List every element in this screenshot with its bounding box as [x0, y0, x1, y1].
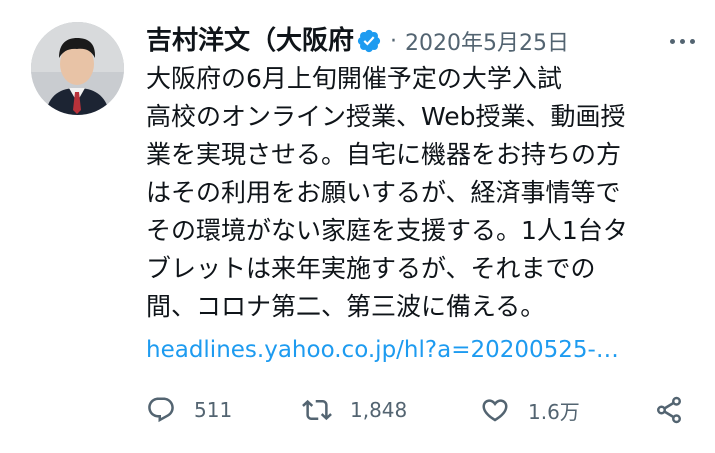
tweet-text-line: その環境がない家庭を支援する。1人1台タ	[146, 216, 628, 245]
more-dot	[680, 38, 685, 44]
like-button[interactable]: 1.6万	[480, 392, 580, 428]
tweet-text-line: はその利用をお願いするが、経済事情等で	[146, 178, 621, 207]
share-icon	[657, 396, 681, 424]
tweet-header: 吉村洋文（大阪府 · 2020年5月25日	[146, 24, 695, 58]
tweet-text-line: ブレットは来年実施するが、それまでの	[146, 254, 596, 283]
reply-count: 511	[194, 398, 233, 422]
retweet-icon	[302, 399, 332, 421]
more-dot	[670, 38, 675, 44]
tweet-text-line: 大阪府の6月上旬開催予定の大学入試	[146, 64, 562, 93]
more-icon[interactable]	[655, 24, 695, 58]
reply-button[interactable]: 511	[146, 392, 232, 428]
header-separator: ·	[390, 28, 398, 54]
tweet-text-line: 間、コロナ第二、第三波に備える。	[146, 292, 546, 321]
tweet-text-line: 高校のオンライン授業、Web授業、動画授	[146, 102, 626, 131]
avatar[interactable]	[31, 22, 124, 115]
author-name[interactable]: 吉村洋文（大阪府	[146, 24, 354, 58]
retweet-button[interactable]: 1,848	[302, 392, 407, 428]
tweet-text-line: 業を実現させる。自宅に機器をお持ちの方	[146, 140, 622, 169]
retweet-count: 1,848	[350, 398, 408, 422]
reply-icon	[148, 397, 174, 423]
verified-badge-icon	[357, 29, 381, 53]
tweet-link[interactable]: headlines.yahoo.co.jp/hl?a=20200525-…	[146, 332, 619, 368]
share-button[interactable]	[654, 392, 684, 428]
like-count: 1.6万	[528, 399, 580, 424]
tweet-actions: 511 1,848 1.6万	[146, 392, 690, 428]
tweet-date[interactable]: 2020年5月25日	[405, 25, 569, 57]
more-dot	[690, 38, 695, 44]
like-icon	[482, 399, 508, 422]
tweet-text: 大阪府の6月上旬開催予定の大学入試 高校のオンライン授業、Web授業、動画授 業…	[146, 60, 666, 326]
